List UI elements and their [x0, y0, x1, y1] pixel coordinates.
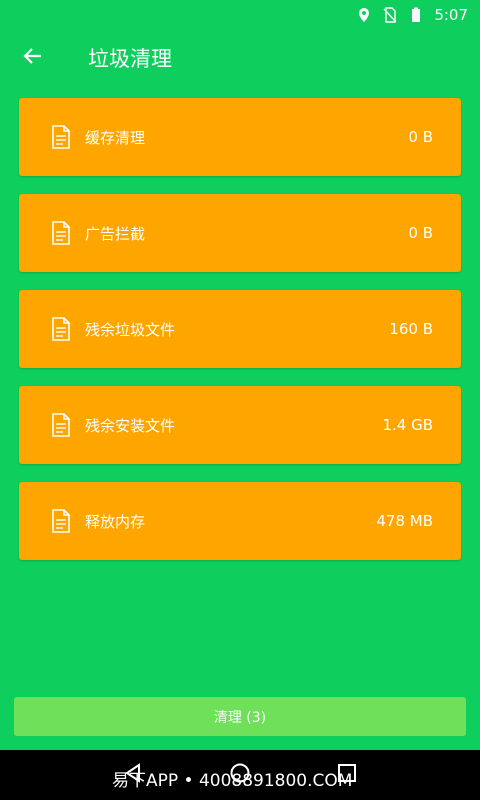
list-item-residual-junk[interactable]: 残余垃圾文件 160 B	[19, 290, 461, 368]
list-item-free-memory[interactable]: 释放内存 478 MB	[19, 482, 461, 560]
document-icon	[51, 413, 71, 437]
item-label: 残余安装文件	[85, 416, 176, 435]
list-item-ad-block[interactable]: 广告拦截 0 B	[19, 194, 461, 272]
list-item-residual-install[interactable]: 残余安装文件 1.4 GB	[19, 386, 461, 464]
navigation-bar	[0, 750, 480, 800]
item-size: 1.4 GB	[382, 416, 433, 434]
clock-time: 5:07	[434, 6, 468, 24]
item-size: 0 B	[408, 224, 433, 242]
circle-home-icon	[229, 762, 251, 788]
document-icon	[51, 317, 71, 341]
status-bar: 5:07	[0, 0, 480, 30]
document-icon	[51, 509, 71, 533]
item-size: 160 B	[389, 320, 433, 338]
item-size: 478 MB	[376, 512, 433, 530]
app-bar: 垃圾清理	[0, 30, 480, 86]
cleanup-list: 缓存清理 0 B 广告拦截 0 B 残余垃圾文件 160 B 残余安装文件 1.…	[19, 98, 461, 578]
item-label: 残余垃圾文件	[85, 320, 176, 339]
arrow-left-icon	[21, 45, 43, 71]
document-icon	[51, 125, 71, 149]
nav-back-button[interactable]	[113, 755, 153, 795]
nav-recents-button[interactable]	[327, 755, 367, 795]
location-icon	[356, 7, 372, 23]
document-icon	[51, 221, 71, 245]
back-button[interactable]	[0, 30, 64, 86]
square-recents-icon	[336, 762, 358, 788]
item-size: 0 B	[408, 128, 433, 146]
item-label: 缓存清理	[85, 128, 146, 147]
item-label: 广告拦截	[85, 224, 146, 243]
battery-icon	[408, 7, 424, 23]
no-sim-icon	[382, 7, 398, 23]
nav-home-button[interactable]	[220, 755, 260, 795]
triangle-back-icon	[122, 762, 144, 788]
item-label: 释放内存	[85, 512, 146, 531]
list-item-cache[interactable]: 缓存清理 0 B	[19, 98, 461, 176]
clean-button[interactable]: 清理 (3)	[14, 697, 466, 736]
page-title: 垃圾清理	[88, 47, 172, 71]
